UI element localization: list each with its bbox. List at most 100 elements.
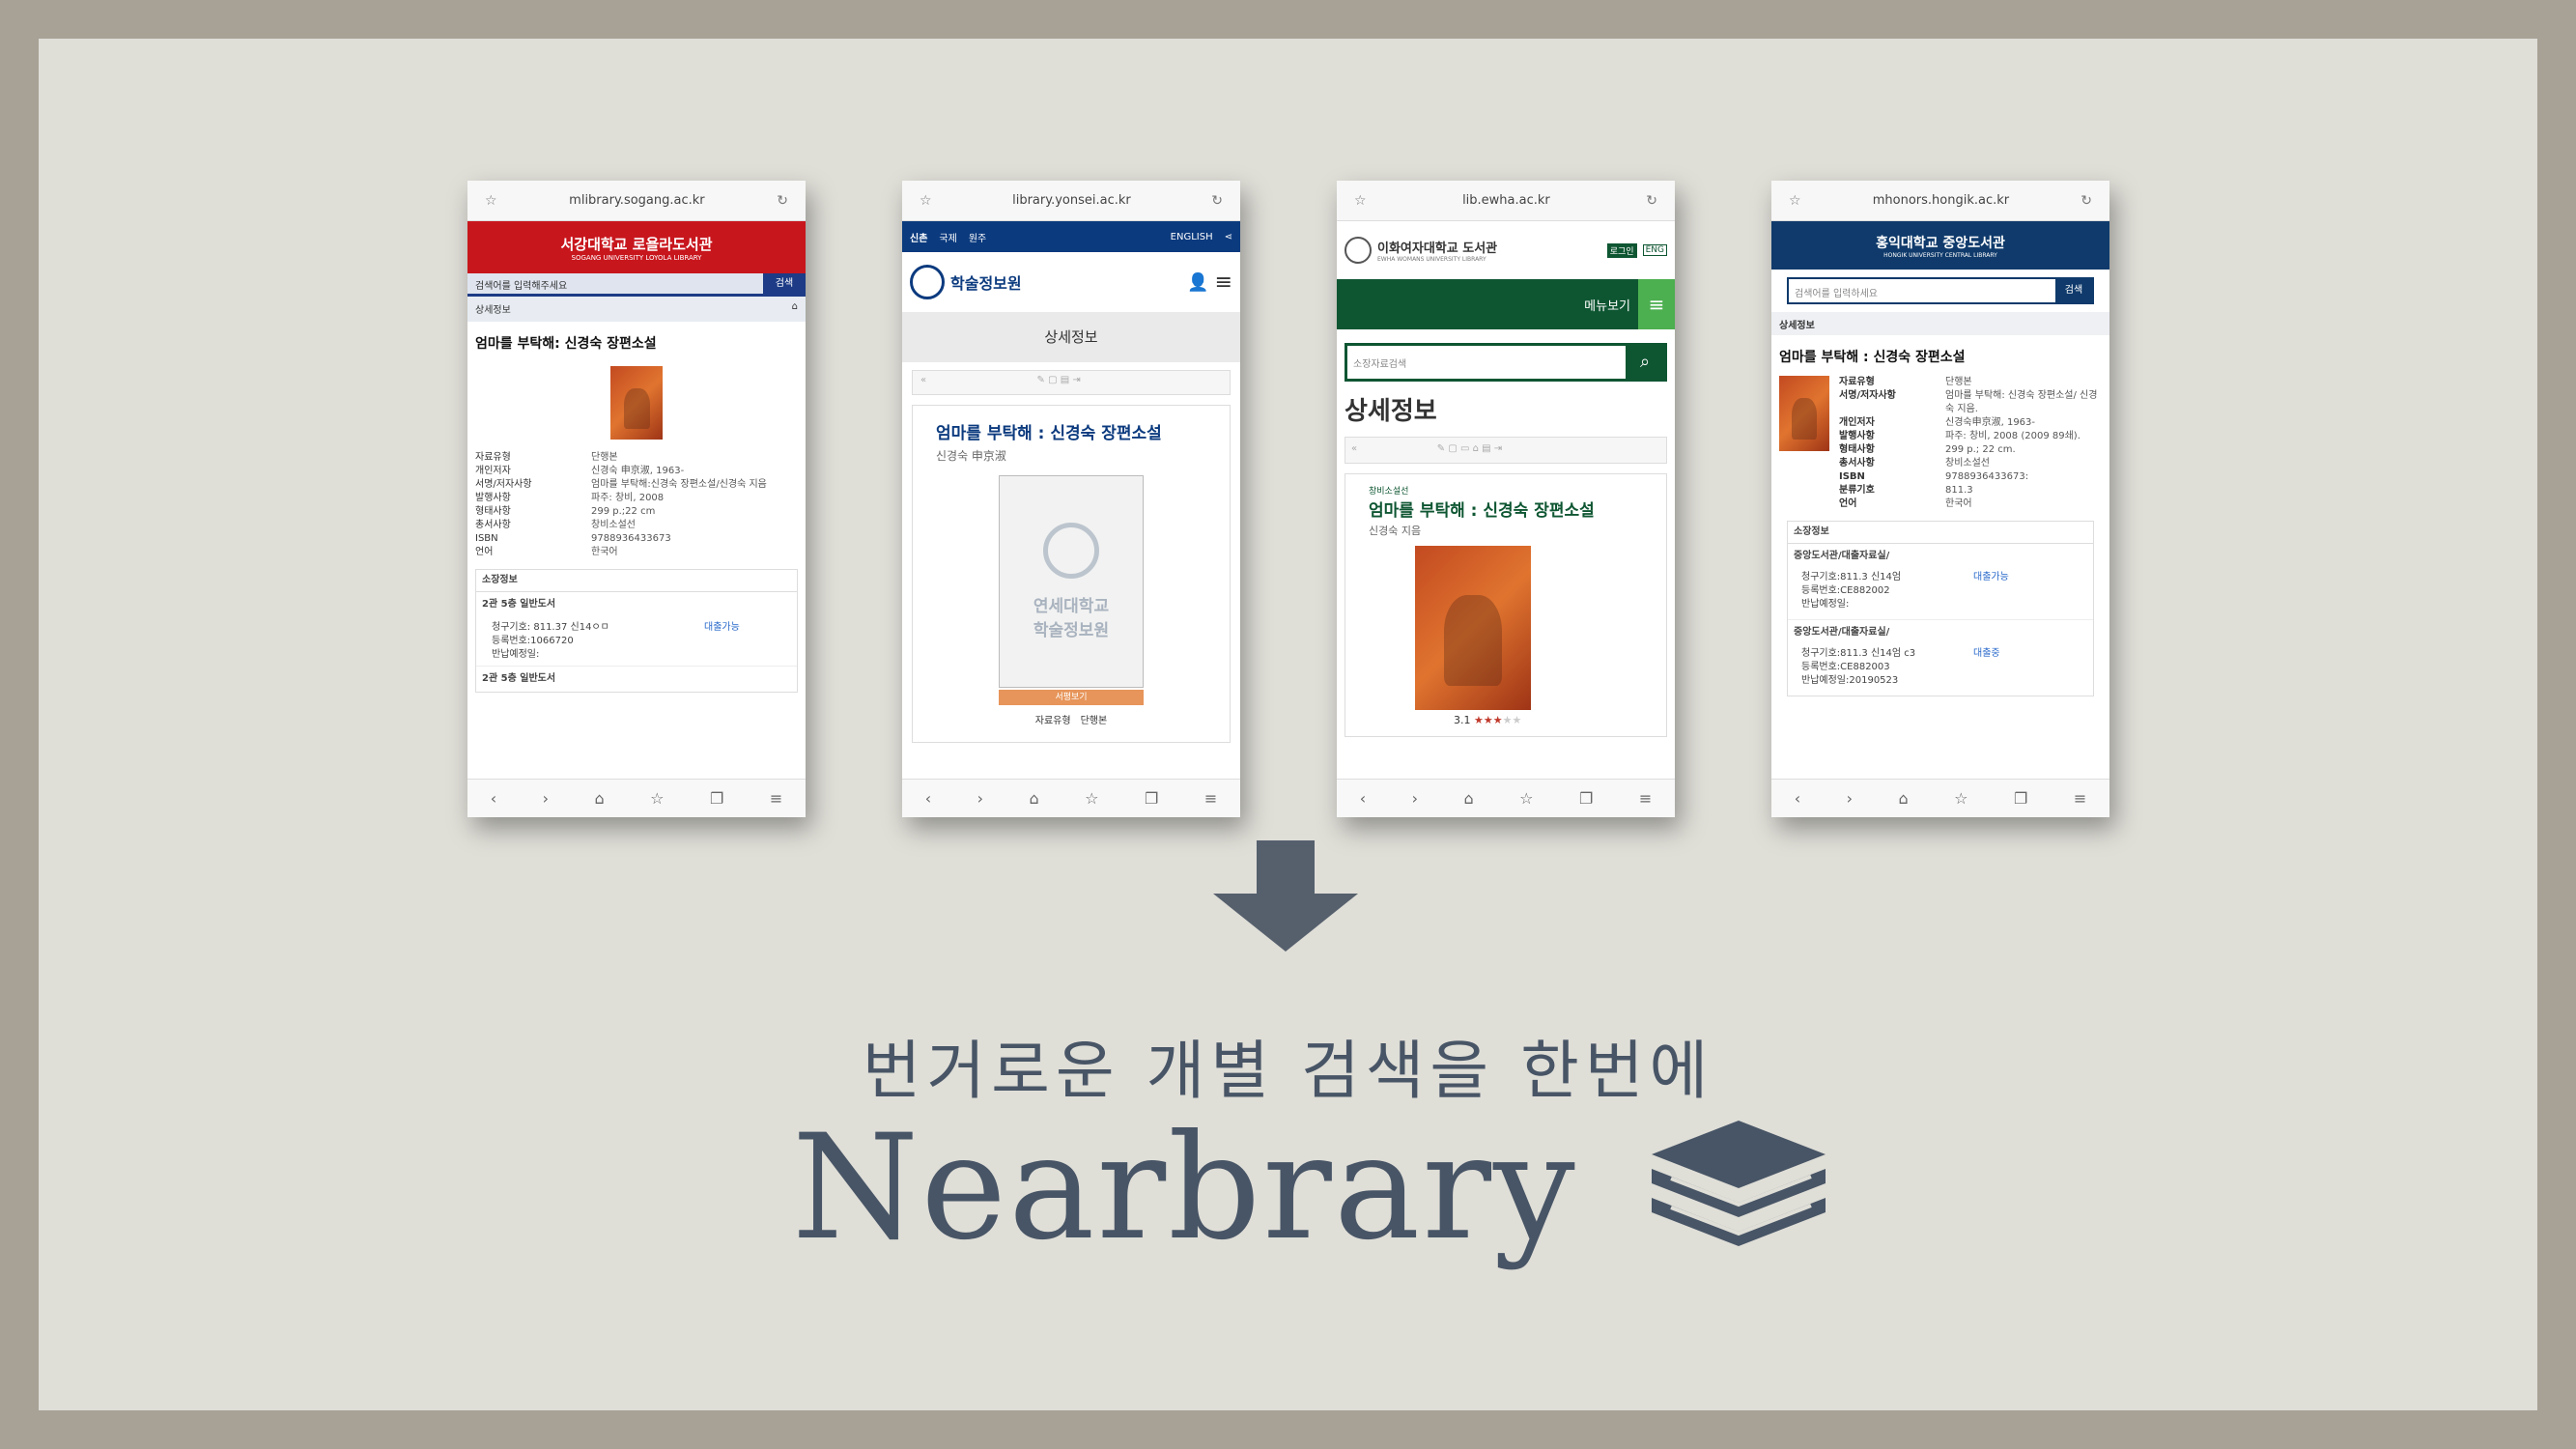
browser-nav: ‹ › ⌂ ☆ ❐ ≡ xyxy=(467,779,806,817)
search-icon[interactable]: ⌕ xyxy=(1626,346,1664,379)
status-badge[interactable]: 대출가능 xyxy=(704,621,781,662)
headline: 번거로운 개별 검색을 한번에 xyxy=(862,1034,1714,1108)
tabs-icon[interactable]: ❐ xyxy=(1579,789,1593,808)
back-icon[interactable]: ‹ xyxy=(1795,789,1800,808)
book-cover[interactable] xyxy=(610,366,663,440)
menu-icon[interactable]: ≡ xyxy=(770,789,782,808)
back-icon[interactable]: ‹ xyxy=(491,789,496,808)
tab-international[interactable]: 국제 xyxy=(939,230,956,244)
user-icon[interactable]: 👤 xyxy=(1187,272,1208,293)
book-title[interactable]: 엄마를 부탁해 : 신경숙 장편소설 xyxy=(1369,497,1643,521)
eng-button[interactable]: ENG xyxy=(1642,244,1667,256)
brand-name: Nearbrary xyxy=(792,1104,1577,1272)
refresh-icon[interactable]: ↻ xyxy=(777,193,788,209)
search-input[interactable]: 소장자료검색 xyxy=(1347,346,1626,379)
back-icon[interactable]: ‹ xyxy=(1360,789,1366,808)
holdings-box: 소장정보 중앙도서관/대출자료실/ 청구기호:811.3 신14엄 등록번호:CE… xyxy=(1787,521,2094,696)
url-text[interactable]: lib.ewha.ac.kr xyxy=(1367,193,1647,208)
bookmark-icon[interactable]: ☆ xyxy=(650,789,664,808)
library-header[interactable]: 서강대학교 로욜라도서관 SOGANG UNIVERSITY LOYOLA LI… xyxy=(467,221,806,273)
star-icon[interactable]: ☆ xyxy=(1354,193,1367,209)
search-input[interactable]: 검색어를 입력해주세요 xyxy=(467,273,763,294)
refresh-icon[interactable]: ↻ xyxy=(1211,193,1223,209)
logo-text[interactable]: 이화여자대학교 도서관 xyxy=(1377,238,1601,256)
page-title: 상세정보 xyxy=(1345,397,1437,426)
search-input[interactable]: 검색어를 입력하세요 xyxy=(1789,279,2055,302)
down-arrow-icon xyxy=(1213,840,1358,952)
home-icon[interactable]: ⌂ xyxy=(1464,789,1474,808)
login-button[interactable]: 로그인 xyxy=(1606,242,1637,258)
forward-icon[interactable]: › xyxy=(543,789,549,808)
tab-wonju[interactable]: 원주 xyxy=(969,230,986,244)
menu-icon[interactable]: ≡ xyxy=(1638,279,1675,329)
bookmark-icon[interactable]: ☆ xyxy=(1085,789,1098,808)
header-title: 서강대학교 로욜라도서관 xyxy=(560,235,713,253)
phone-ewha: ☆ lib.ewha.ac.kr ↻ 이화여자대학교 도서관 EWHA WOMANS … xyxy=(1337,181,1675,817)
header-title: 홍익대학교 중앙도서관 xyxy=(1876,235,2005,251)
rating-stars: ★★★ xyxy=(1474,714,1503,726)
section-label: 상세정보 xyxy=(1771,312,2109,335)
browser-nav: ‹ › ⌂ ☆ ❐ ≡ xyxy=(902,779,1240,817)
forward-icon[interactable]: › xyxy=(1847,789,1853,808)
forward-icon[interactable]: › xyxy=(1412,789,1418,808)
tool-bar[interactable]: « ✎ ▢ ▤ ⇥ xyxy=(912,370,1231,395)
tab-sinchon[interactable]: 신촌 xyxy=(910,230,927,244)
books-icon xyxy=(1652,1121,1826,1246)
tabs-icon[interactable]: ❐ xyxy=(2014,789,2027,808)
phone-hongik: ☆ mhonors.hongik.ac.kr ↻ 홍익대학교 중앙도서관 HONGI… xyxy=(1771,181,2109,817)
url-text[interactable]: mhonors.hongik.ac.kr xyxy=(1801,193,2081,208)
menu-icon[interactable]: ≡ xyxy=(2074,789,2086,808)
book-title: 엄마를 부탁해: 신경숙 장편소설 xyxy=(475,336,657,352)
detail-list: 자료유형 단행본 서명/저자사항 엄마를 부탁해: 신경숙 장편소설/ 신경숙 지음… xyxy=(1839,377,2098,509)
book-title[interactable]: 엄마를 부탁해 : 신경숙 장편소설 xyxy=(936,419,1206,443)
status-badge[interactable]: 대출가능 xyxy=(1973,571,2080,611)
back-icon[interactable]: ‹ xyxy=(925,789,931,808)
search-button[interactable]: 검색 xyxy=(2055,279,2092,302)
tabs-icon[interactable]: ❐ xyxy=(1145,789,1158,808)
menu-icon[interactable]: ≡ xyxy=(1639,789,1652,808)
header-subtitle: SOGANG UNIVERSITY LOYOLA LIBRARY xyxy=(571,253,702,262)
book-author: 신경숙 申京淑 xyxy=(936,449,1006,463)
menu-label[interactable]: 메뉴보기 xyxy=(1584,296,1630,314)
refresh-icon[interactable]: ↻ xyxy=(1646,193,1657,209)
cover-placeholder: 연세대학교 학술정보원 xyxy=(999,475,1144,688)
slide: ☆ mlibrary.sogang.ac.kr ↻ 서강대학교 로욜라도서관 SOG… xyxy=(39,39,2537,1410)
url-text[interactable]: library.yonsei.ac.kr xyxy=(932,193,1212,208)
home-icon[interactable]: ⌂ xyxy=(1030,789,1039,808)
bookmark-icon[interactable]: ☆ xyxy=(1954,789,1967,808)
section-label: 상세정보 xyxy=(475,305,511,316)
status-badge[interactable]: 대출중 xyxy=(1973,647,2080,688)
tabs-icon[interactable]: ❐ xyxy=(710,789,723,808)
menu-icon[interactable]: ≡ xyxy=(1215,270,1232,295)
phone-sogang: ☆ mlibrary.sogang.ac.kr ↻ 서강대학교 로욜라도서관 SOG… xyxy=(467,181,806,817)
review-button[interactable]: 서평보기 xyxy=(999,690,1144,705)
rating-value: 3.1 xyxy=(1454,714,1471,726)
home-icon[interactable]: ⌂ xyxy=(792,301,798,317)
section-label: 상세정보 xyxy=(902,312,1240,362)
book-cover[interactable] xyxy=(1779,376,1829,451)
tool-bar[interactable]: « ✎ ▢ ▭ ⌂ ▤ ⇥ xyxy=(1345,437,1667,464)
browser-nav: ‹ › ⌂ ☆ ❐ ≡ xyxy=(1337,779,1675,817)
logo-text[interactable]: 학술정보원 xyxy=(950,270,1181,294)
library-header[interactable]: 홍익대학교 중앙도서관 HONGIK UNIVERSITY CENTRAL LI… xyxy=(1771,221,2109,270)
ewha-logo-icon xyxy=(1345,237,1372,264)
menu-icon[interactable]: ≡ xyxy=(1204,789,1217,808)
english-link[interactable]: ENGLISH xyxy=(1171,232,1213,242)
url-text[interactable]: mlibrary.sogang.ac.kr xyxy=(497,193,778,208)
star-icon[interactable]: ☆ xyxy=(1789,193,1801,209)
detail-list: 자료유형 단행본 개인저자 신경숙 申京淑, 1963- 서명/저자사항 엄마를 부탁… xyxy=(475,452,767,557)
yonsei-logo-icon xyxy=(910,265,945,299)
search-button[interactable]: 검색 xyxy=(763,273,806,294)
book-title: 엄마를 부탁해 : 신경숙 장편소설 xyxy=(1779,350,1966,365)
home-icon[interactable]: ⌂ xyxy=(595,789,605,808)
refresh-icon[interactable]: ↻ xyxy=(2081,193,2092,209)
book-author: 신경숙 지음 xyxy=(1369,525,1422,537)
browser-nav: ‹ › ⌂ ☆ ❐ ≡ xyxy=(1771,779,2109,817)
star-icon[interactable]: ☆ xyxy=(920,193,932,209)
bookmark-icon[interactable]: ☆ xyxy=(1519,789,1533,808)
star-icon[interactable]: ☆ xyxy=(485,193,497,209)
home-icon[interactable]: ⌂ xyxy=(1899,789,1909,808)
forward-icon[interactable]: › xyxy=(977,789,983,808)
book-cover[interactable] xyxy=(1415,546,1531,710)
share-icon[interactable]: ⋖ xyxy=(1225,232,1232,242)
